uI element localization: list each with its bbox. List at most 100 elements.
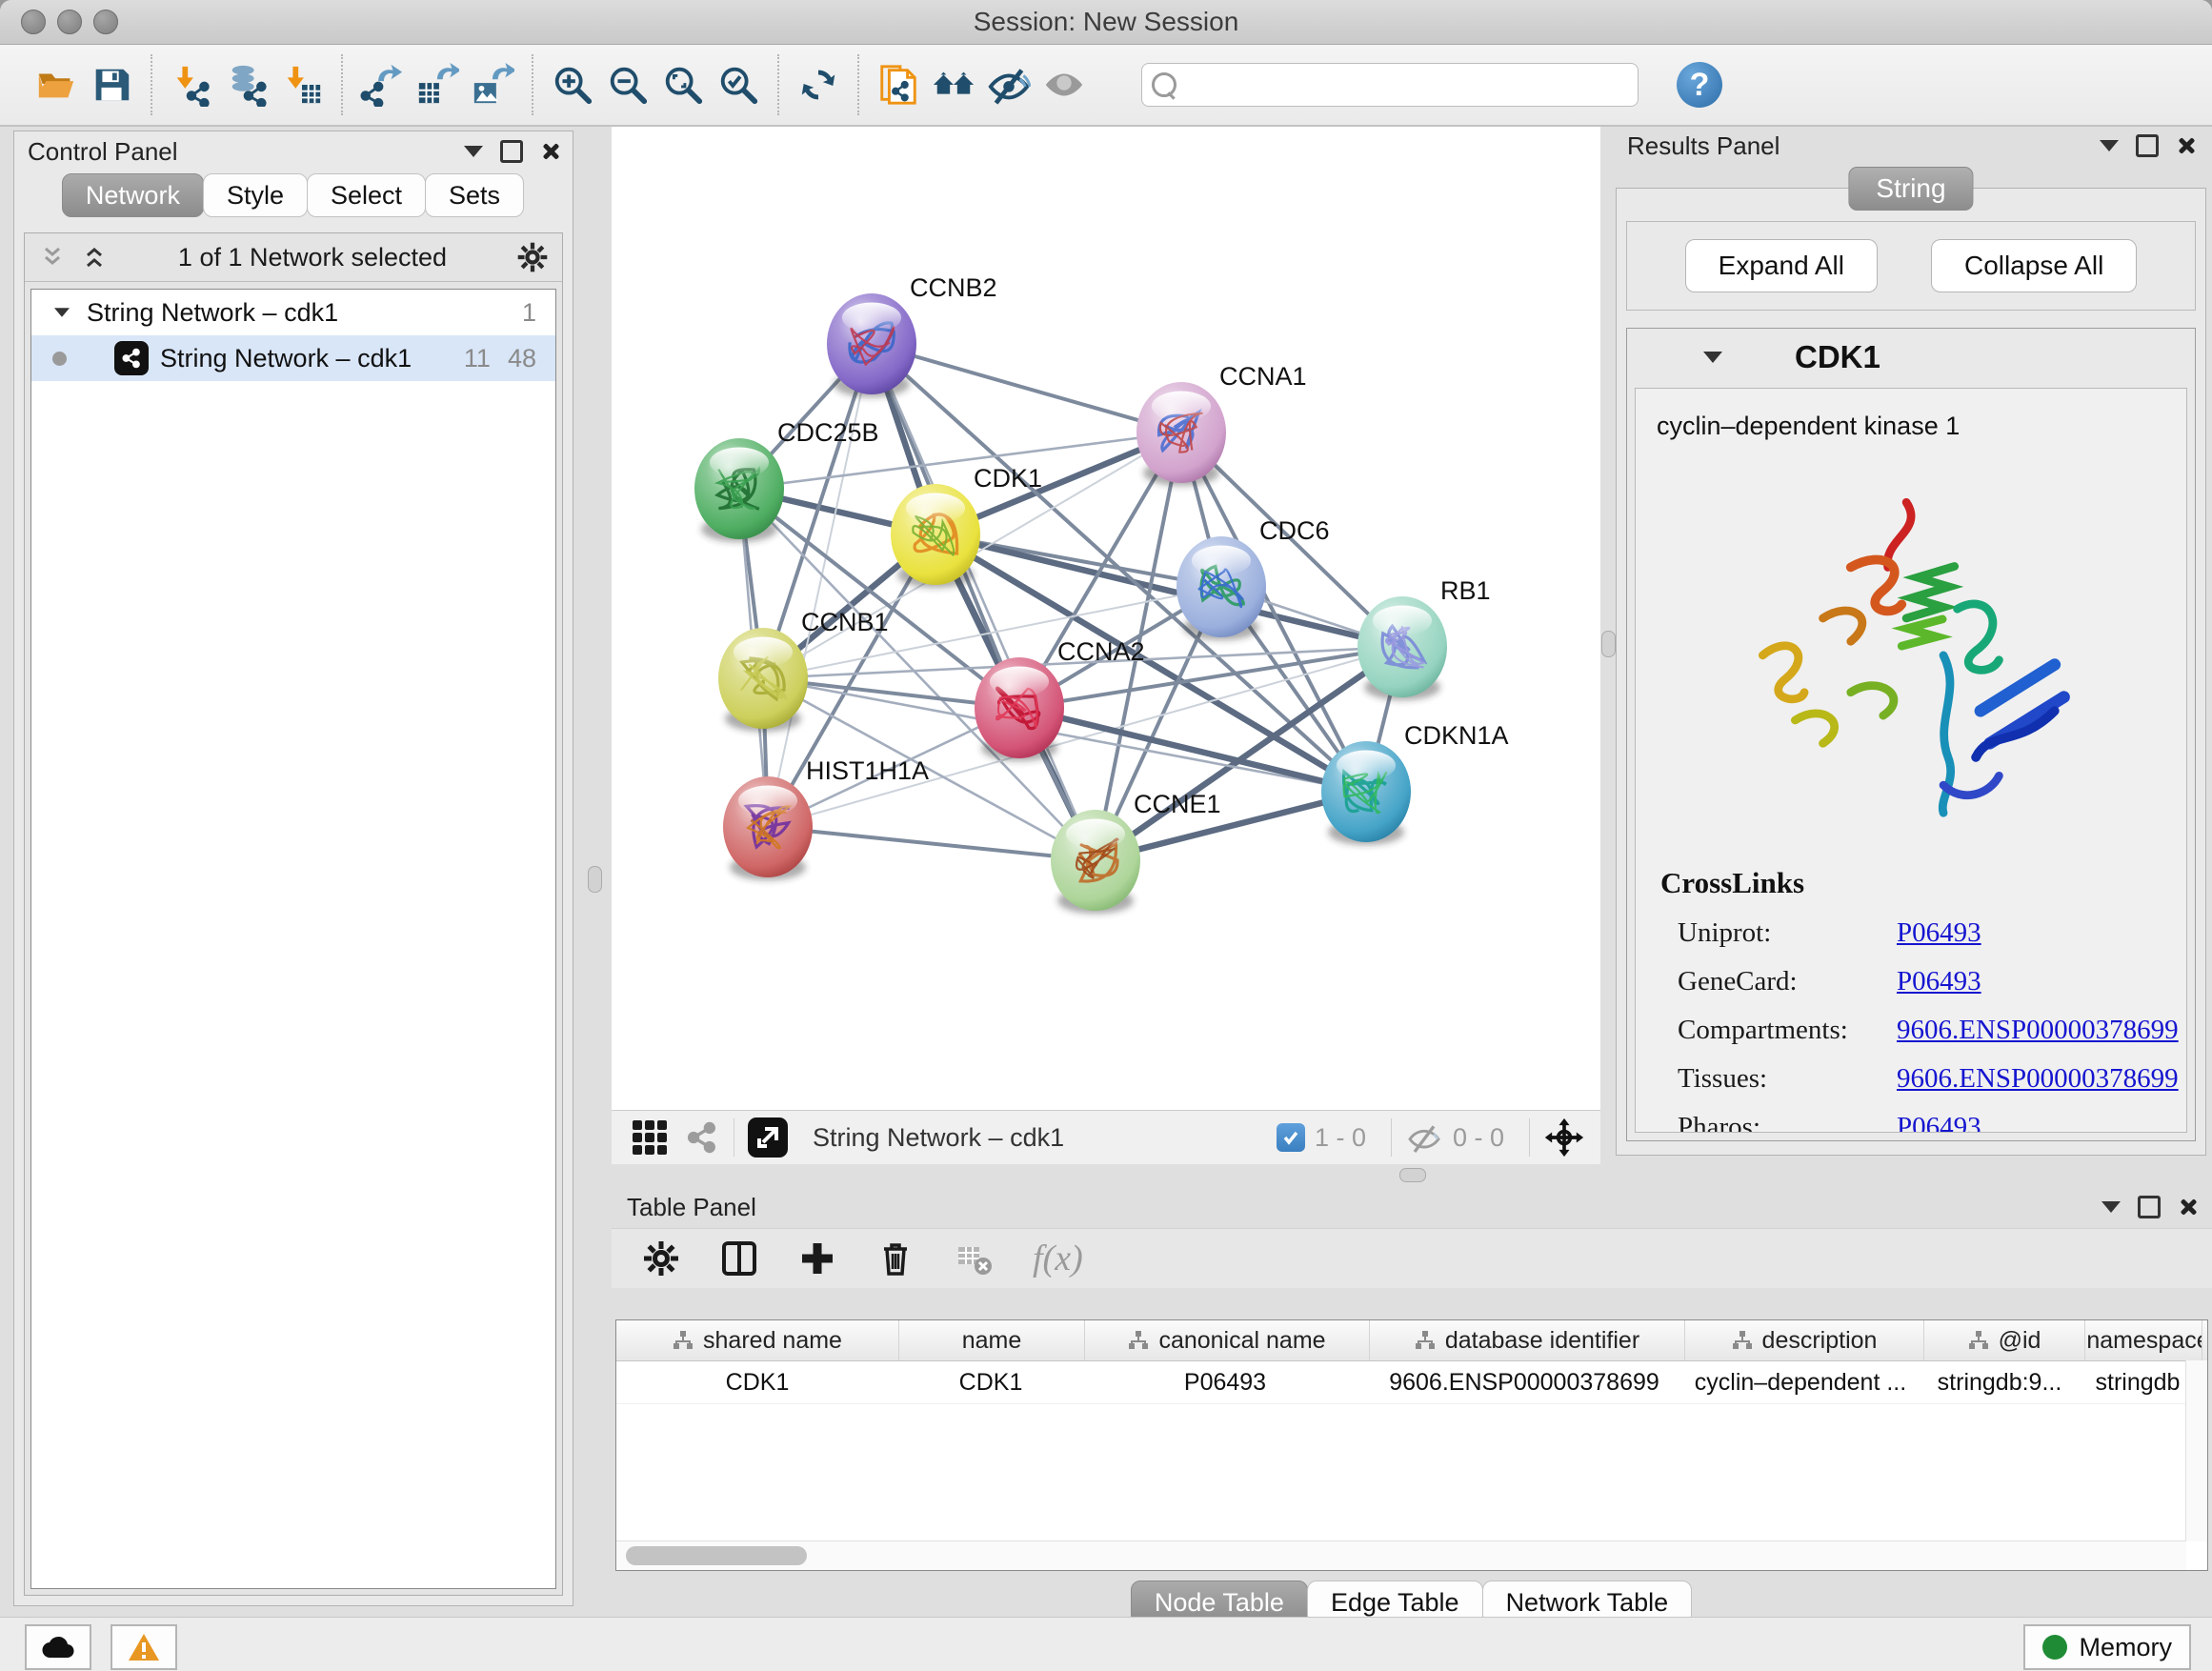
panel-menu-icon[interactable]: [464, 146, 483, 157]
export-network-icon[interactable]: [354, 54, 410, 115]
column-header-name[interactable]: name: [899, 1320, 1085, 1360]
panel-menu-icon[interactable]: [2101, 1201, 2121, 1213]
horizontal-splitter-handle[interactable]: [1399, 1168, 1426, 1182]
crosslink-link[interactable]: P06493: [1897, 1112, 1981, 1133]
zoom-out-icon[interactable]: [600, 54, 655, 115]
float-panel-icon[interactable]: [2136, 134, 2159, 157]
export-image-icon[interactable]: [465, 54, 520, 115]
left-splitter-handle[interactable]: [588, 866, 602, 893]
table-cell[interactable]: CDK1: [898, 1361, 1083, 1403]
network-node-CCNA1[interactable]: [1136, 382, 1226, 486]
open-folder-icon[interactable]: [29, 54, 84, 115]
crosslink-link[interactable]: 9606.ENSP00000378699: [1897, 1063, 2179, 1095]
expand-all-icon[interactable]: [80, 243, 109, 272]
refresh-icon[interactable]: [791, 54, 846, 115]
node-entry-header[interactable]: CDK1: [1627, 329, 2195, 386]
network-row[interactable]: String Network – cdk1 11 48: [31, 335, 555, 381]
help-icon[interactable]: ?: [1677, 62, 1722, 108]
tab-style[interactable]: Style: [203, 173, 308, 217]
import-network-icon[interactable]: [164, 54, 219, 115]
network-node-CCNB2[interactable]: [827, 293, 916, 397]
delete-table-icon[interactable]: [955, 1239, 993, 1278]
table-cell[interactable]: P06493: [1083, 1361, 1367, 1403]
table-cell[interactable]: 9606.ENSP00000378699: [1367, 1361, 1681, 1403]
tab-sets[interactable]: Sets: [425, 173, 524, 217]
collection-expander-icon[interactable]: [54, 308, 70, 317]
entry-expander-icon[interactable]: [1703, 352, 1722, 363]
warning-status-button[interactable]: [111, 1624, 177, 1670]
network-node-HIST1H1A[interactable]: [723, 776, 813, 880]
node-gloss: [990, 667, 1049, 697]
crosslink-link[interactable]: 9606.ENSP00000378699: [1897, 1015, 2179, 1046]
open-external-icon[interactable]: [748, 1117, 788, 1158]
homes-icon[interactable]: [926, 54, 981, 115]
table-cell[interactable]: stringdb: [2080, 1361, 2196, 1403]
move-crosshair-icon[interactable]: [1543, 1117, 1585, 1158]
network-edge[interactable]: [768, 827, 1096, 860]
expand-all-button[interactable]: Expand All: [1685, 239, 1878, 292]
network-node-CDK1[interactable]: [891, 484, 980, 588]
hidden-eye-slash-icon[interactable]: [1405, 1118, 1443, 1157]
search-input[interactable]: [1186, 70, 1628, 101]
column-header-database-identifier[interactable]: database identifier: [1370, 1320, 1685, 1360]
share-document-icon[interactable]: [871, 54, 926, 115]
gear-icon[interactable]: [516, 241, 549, 273]
close-panel-icon[interactable]: [2178, 1198, 2197, 1217]
tab-network[interactable]: Network: [62, 173, 204, 217]
zoom-selected-icon[interactable]: [711, 54, 766, 115]
column-header-canonical-name[interactable]: canonical name: [1085, 1320, 1370, 1360]
table-cell[interactable]: stringdb:9...: [1920, 1361, 2080, 1403]
float-panel-icon[interactable]: [2138, 1196, 2161, 1218]
zoom-fit-icon[interactable]: [655, 54, 711, 115]
column-header-shared-name[interactable]: shared name: [616, 1320, 899, 1360]
close-panel-icon[interactable]: [540, 142, 559, 161]
crosslink-link[interactable]: P06493: [1897, 966, 1981, 997]
export-table-icon[interactable]: [410, 54, 465, 115]
add-column-icon[interactable]: [720, 1239, 758, 1278]
tab-select[interactable]: Select: [307, 173, 426, 217]
memory-button[interactable]: Memory: [2023, 1624, 2191, 1670]
cloud-status-button[interactable]: [25, 1624, 91, 1670]
network-collection-row[interactable]: String Network – cdk1 1: [31, 290, 555, 335]
network-node-CCNA2[interactable]: [975, 657, 1064, 761]
grid-view-icon[interactable]: [633, 1120, 667, 1155]
string-share-icon[interactable]: [684, 1119, 720, 1156]
panel-menu-icon[interactable]: [2100, 140, 2119, 151]
import-table-icon[interactable]: [274, 54, 330, 115]
crosslink-link[interactable]: P06493: [1897, 917, 1981, 949]
network-canvas[interactable]: CCNB2CCNA1CDC25BCDK1CDC6RB1CCNB1CCNA2CDK…: [612, 127, 1600, 1110]
scrollbar-thumb[interactable]: [626, 1546, 807, 1565]
save-icon[interactable]: [84, 54, 139, 115]
table-cell[interactable]: cyclin–dependent ...: [1681, 1361, 1920, 1403]
add-row-icon[interactable]: [798, 1239, 836, 1278]
zoom-in-icon[interactable]: [545, 54, 600, 115]
network-node-RB1[interactable]: [1357, 596, 1447, 700]
table-row[interactable]: CDK1CDK1P064939606.ENSP00000378699cyclin…: [616, 1361, 2207, 1404]
function-builder-icon[interactable]: f(x): [1033, 1238, 1083, 1279]
table-horizontal-scrollbar[interactable]: [616, 1540, 2186, 1570]
eye-icon[interactable]: [1036, 54, 1092, 115]
trash-icon[interactable]: [876, 1239, 915, 1278]
column-header-@id[interactable]: @id: [1924, 1320, 2085, 1360]
close-panel-icon[interactable]: [2176, 136, 2195, 155]
table-header-row: shared namenamecanonical namedatabase id…: [616, 1320, 2207, 1361]
network-node-CCNB1[interactable]: [718, 628, 808, 732]
float-panel-icon[interactable]: [500, 140, 523, 163]
collapse-all-icon[interactable]: [38, 243, 67, 272]
column-header-namespace[interactable]: namespace: [2085, 1320, 2202, 1360]
collapse-all-button[interactable]: Collapse All: [1931, 239, 2137, 292]
column-header-description[interactable]: description: [1685, 1320, 1924, 1360]
import-database-icon[interactable]: [219, 54, 274, 115]
table-vertical-scrollbar[interactable]: [2185, 1360, 2207, 1541]
gear-icon[interactable]: [642, 1239, 680, 1278]
network-node-CCNE1[interactable]: [1051, 810, 1140, 914]
network-node-CDKN1A[interactable]: [1321, 741, 1411, 845]
selected-checkbox-icon[interactable]: [1277, 1123, 1305, 1152]
network-node-CDC25B[interactable]: [694, 438, 784, 542]
network-node-CDC6[interactable]: [1176, 536, 1266, 640]
tab-string[interactable]: String: [1848, 167, 1973, 211]
network-edge[interactable]: [768, 344, 872, 827]
network-graph[interactable]: CCNB2CCNA1CDC25BCDK1CDC6RB1CCNB1CCNA2CDK…: [612, 127, 1600, 1110]
table-cell[interactable]: CDK1: [616, 1361, 898, 1403]
eye-slash-icon[interactable]: [981, 54, 1036, 115]
